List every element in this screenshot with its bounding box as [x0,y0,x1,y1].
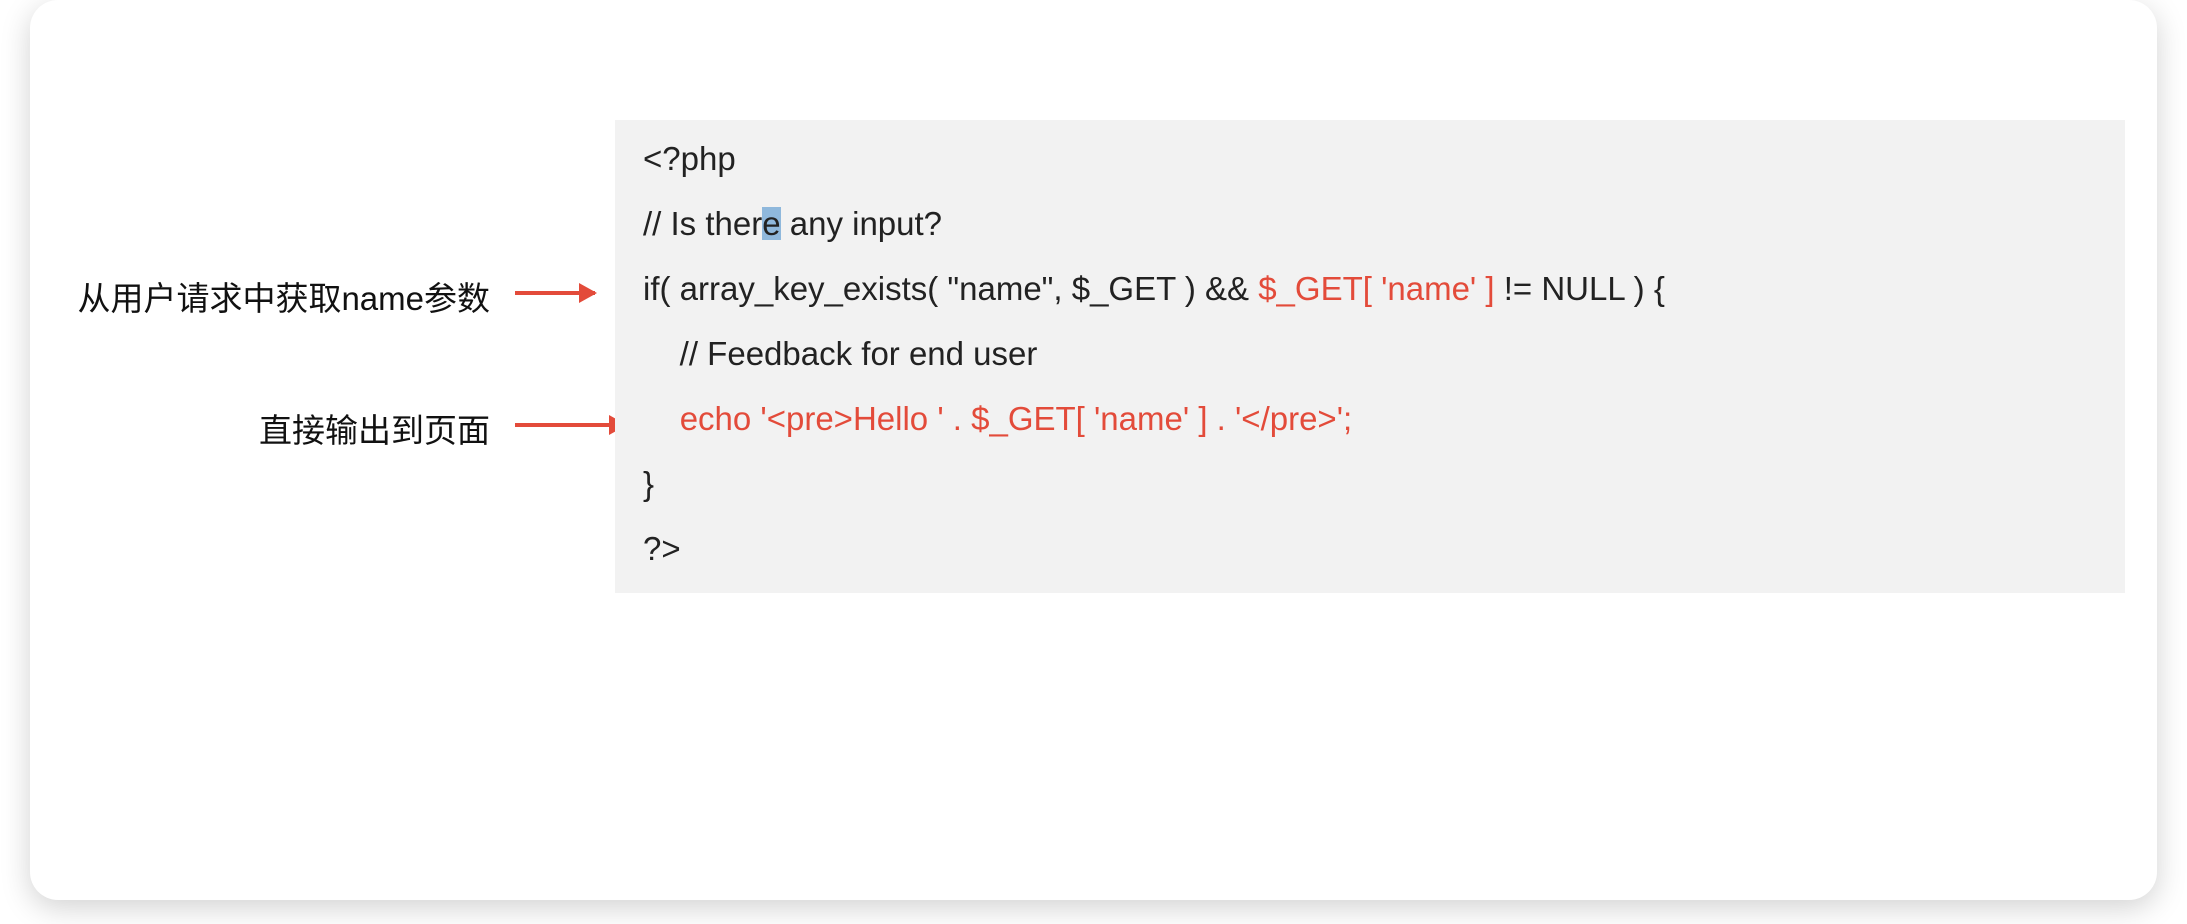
code-line: echo '<pre>Hello ' . $_GET[ 'name' ] . '… [643,402,2097,435]
arrow-icon [515,291,595,295]
code-text: != NULL ) { [1495,270,1665,307]
code-line: <?php [643,142,2097,175]
code-line: } [643,467,2097,500]
code-line: // Feedback for end user [643,337,2097,370]
php-code-block: <?php // Is there any input? if( array_k… [615,120,2125,593]
arrow-icon [515,423,625,427]
code-text: // Is ther [643,205,762,242]
code-text: if( array_key_exists( "name", $_GET ) && [643,270,1258,307]
diagram-content: 从用户请求中获取name参数 直接输出到页面 <?php // Is there… [60,20,2127,640]
code-line: // Is there any input? [643,207,2097,240]
code-highlight-red: echo '<pre>Hello ' . $_GET[ 'name' ] . '… [680,400,1353,437]
diagram-card: 从用户请求中获取name参数 直接输出到页面 <?php // Is there… [30,0,2157,900]
annotation-get-name-param: 从用户请求中获取name参数 [70,272,490,320]
text-selection-highlight: e [762,207,780,240]
code-indent [643,400,680,437]
code-highlight-red: $_GET[ 'name' ] [1258,270,1494,307]
code-line: if( array_key_exists( "name", $_GET ) &&… [643,272,2097,305]
annotation-output-to-page: 直接输出到页面 [70,404,490,452]
code-line: ?> [643,532,2097,565]
code-text: any input? [781,205,942,242]
